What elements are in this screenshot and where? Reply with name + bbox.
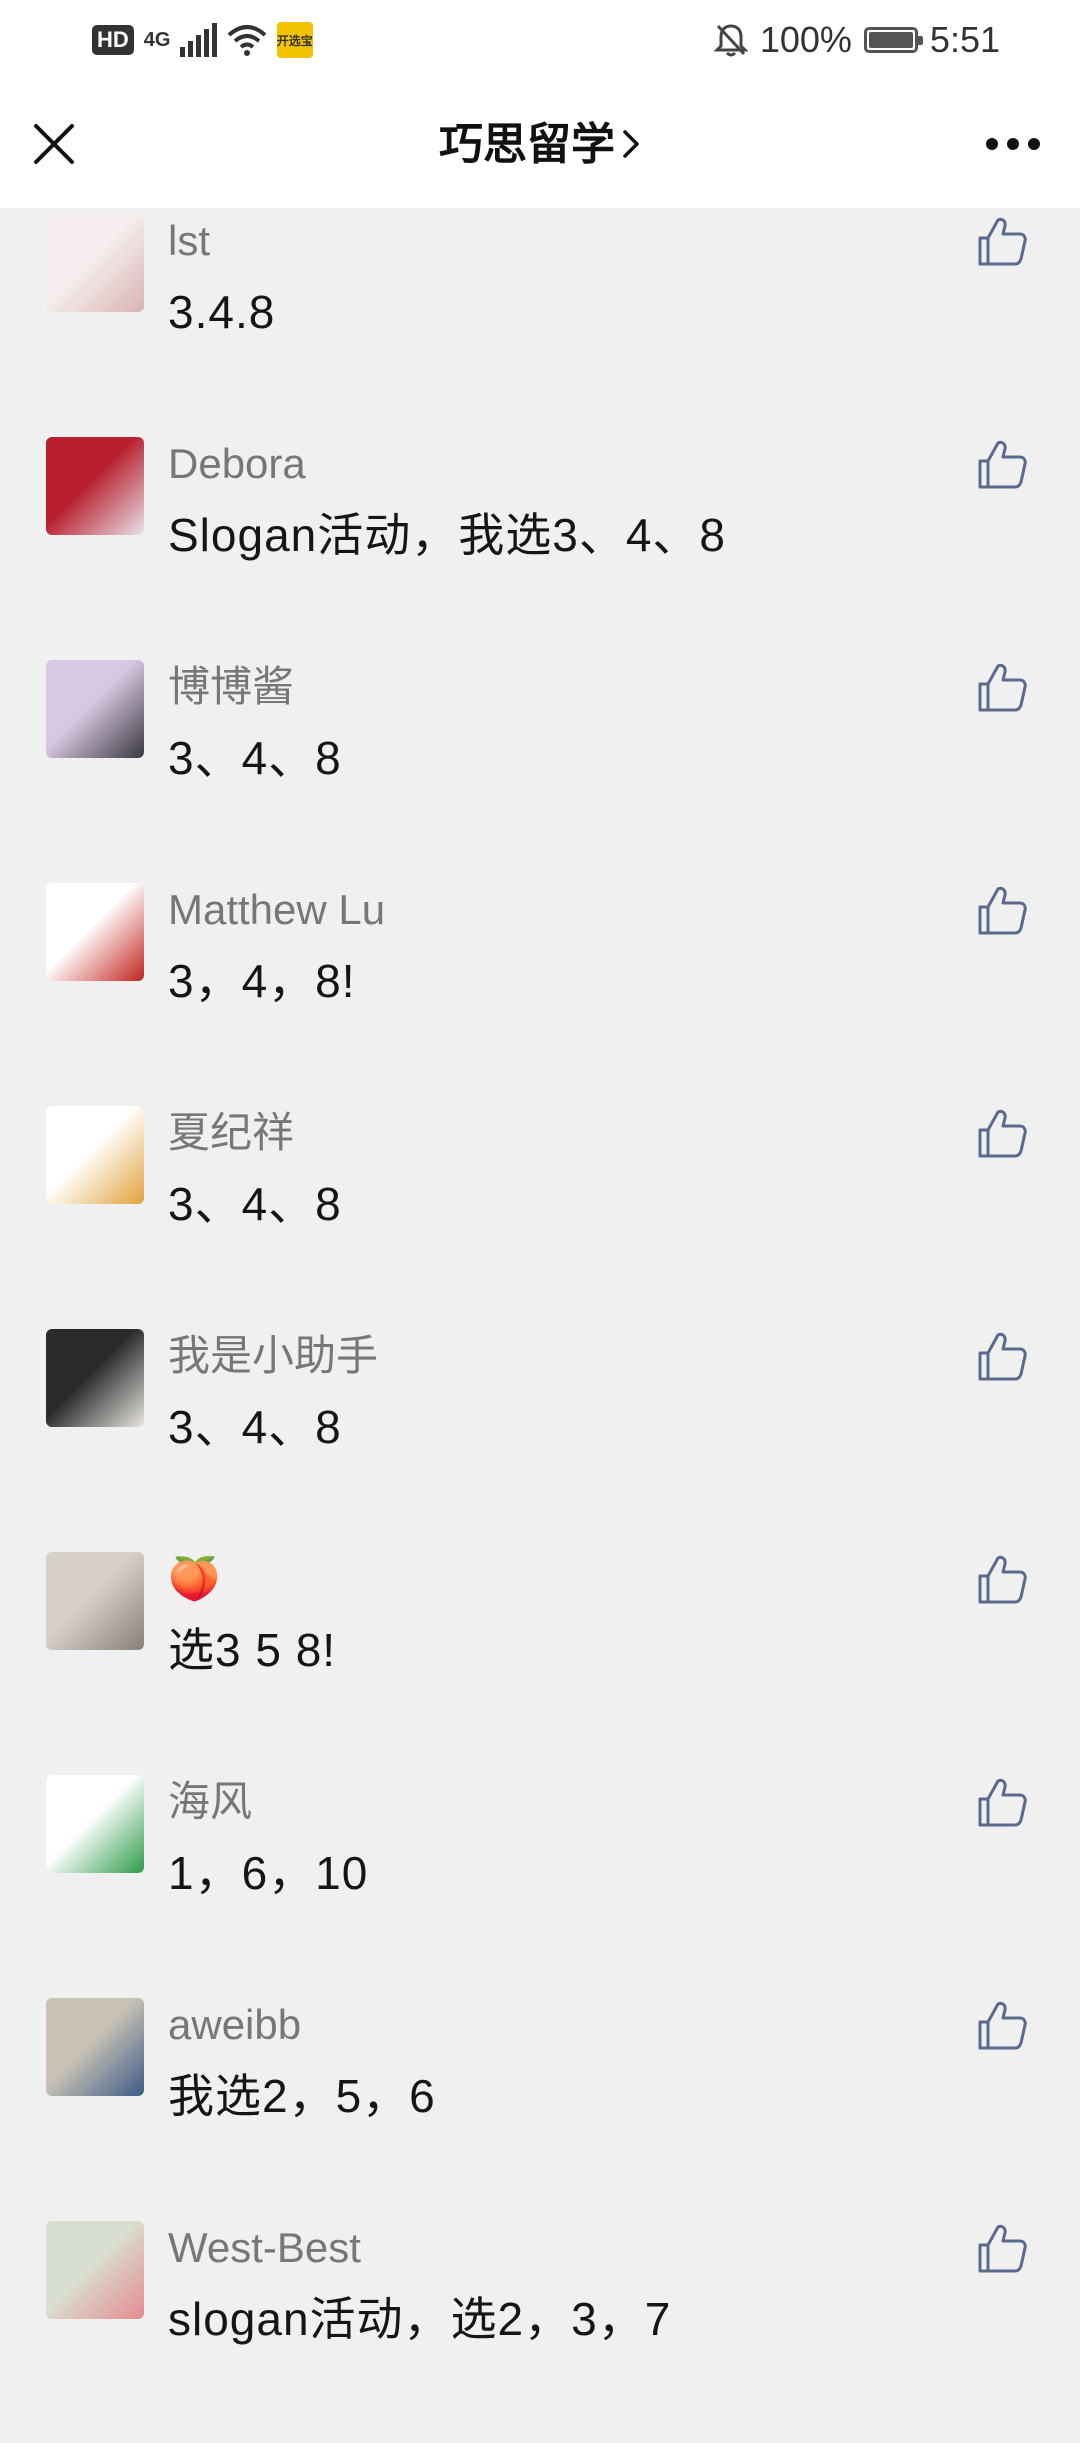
comment-item: 海风 1，6，10 [0,1775,1080,1997]
thumbs-up-icon[interactable] [974,437,1030,493]
commenter-name: 我是小助手 [168,1332,379,1379]
commenter-name: Matthew Lu [168,886,386,933]
comment-item: 🍑 选3 5 8! [0,1552,1080,1774]
commenter-name: 🍑 [168,1555,221,1602]
more-icon[interactable] [986,136,1040,152]
chevron-right-icon [623,130,639,159]
thumbs-up-icon[interactable] [974,660,1030,716]
avatar[interactable] [46,214,144,312]
comment-item: 夏纪祥 3、4、8 [0,1106,1080,1328]
avatar[interactable] [46,1552,144,1650]
comment-item: West-Best slogan活动，选2，3，7 [0,2221,1080,2443]
avatar[interactable] [46,1775,144,1873]
comment-text: 3，4，8! [168,955,356,1007]
status-left: HD 4G 开选宝 [92,18,313,62]
signal-icon [179,23,217,57]
avatar[interactable] [46,1998,144,2096]
comment-item: 博博酱 3、4、8 [0,660,1080,882]
comment-item: aweibb 我选2，5，6 [0,1998,1080,2220]
avatar[interactable] [46,1106,144,1204]
commenter-name: 海风 [168,1778,253,1825]
comment-item: 我是小助手 3、4、8 [0,1329,1080,1551]
commenter-name: aweibb [168,2001,302,2048]
thumbs-up-icon[interactable] [974,1552,1030,1608]
avatar[interactable] [46,883,144,981]
comment-item: lst 3.4.8 [0,214,1080,436]
thumbs-up-icon[interactable] [974,1106,1030,1162]
status-bar: HD 4G 开选宝 100% 5:51 [0,0,1080,80]
avatar[interactable] [46,437,144,535]
commenter-name: 博博酱 [168,663,295,710]
avatar[interactable] [46,1329,144,1427]
bell-muted-icon [713,24,748,57]
app-badge-icon: 开选宝 [276,22,313,58]
account-name: 巧思留学 [439,120,615,169]
wifi-icon [227,25,267,56]
thumbs-up-icon[interactable] [974,1998,1030,2054]
avatar[interactable] [46,2221,144,2319]
thumbs-up-icon[interactable] [974,883,1030,939]
status-right: 100% 5:51 [713,18,1000,62]
comment-text: 3、4、8 [168,1401,342,1453]
battery-percent: 100% [759,19,852,60]
comment-item: Matthew Lu 3，4，8! [0,883,1080,1105]
clock: 5:51 [929,19,1000,60]
comment-text: 我选2，5，6 [168,2070,436,2122]
thumbs-up-icon[interactable] [974,2221,1030,2277]
avatar[interactable] [46,660,144,758]
comment-text: 3、4、8 [168,1178,342,1230]
commenter-name: Debora [168,440,306,487]
network-type: 4G [143,29,171,51]
thumbs-up-icon[interactable] [974,214,1030,270]
comment-text: 3.4.8 [168,286,276,338]
comment-text: 选3 5 8! [168,1624,337,1676]
comment-text: Slogan活动，我选3、4、8 [168,509,726,561]
comment-text: slogan活动，选2，3，7 [168,2293,672,2345]
commenter-name: West-Best [168,2224,361,2271]
commenter-name: lst [168,217,210,264]
battery-icon [863,27,923,53]
thumbs-up-icon[interactable] [974,1329,1030,1385]
hd-indicator: HD [92,25,134,55]
comment-text: 1，6，10 [168,1847,369,1899]
commenter-name: 夏纪祥 [168,1109,295,1156]
comment-item: Debora Slogan活动，我选3、4、8 [0,437,1080,659]
thumbs-up-icon[interactable] [974,1775,1030,1831]
nav-bar: 巧思留学 [0,80,1080,208]
comment-text: 3、4、8 [168,732,342,784]
page-title[interactable]: 巧思留学 [0,120,1080,170]
